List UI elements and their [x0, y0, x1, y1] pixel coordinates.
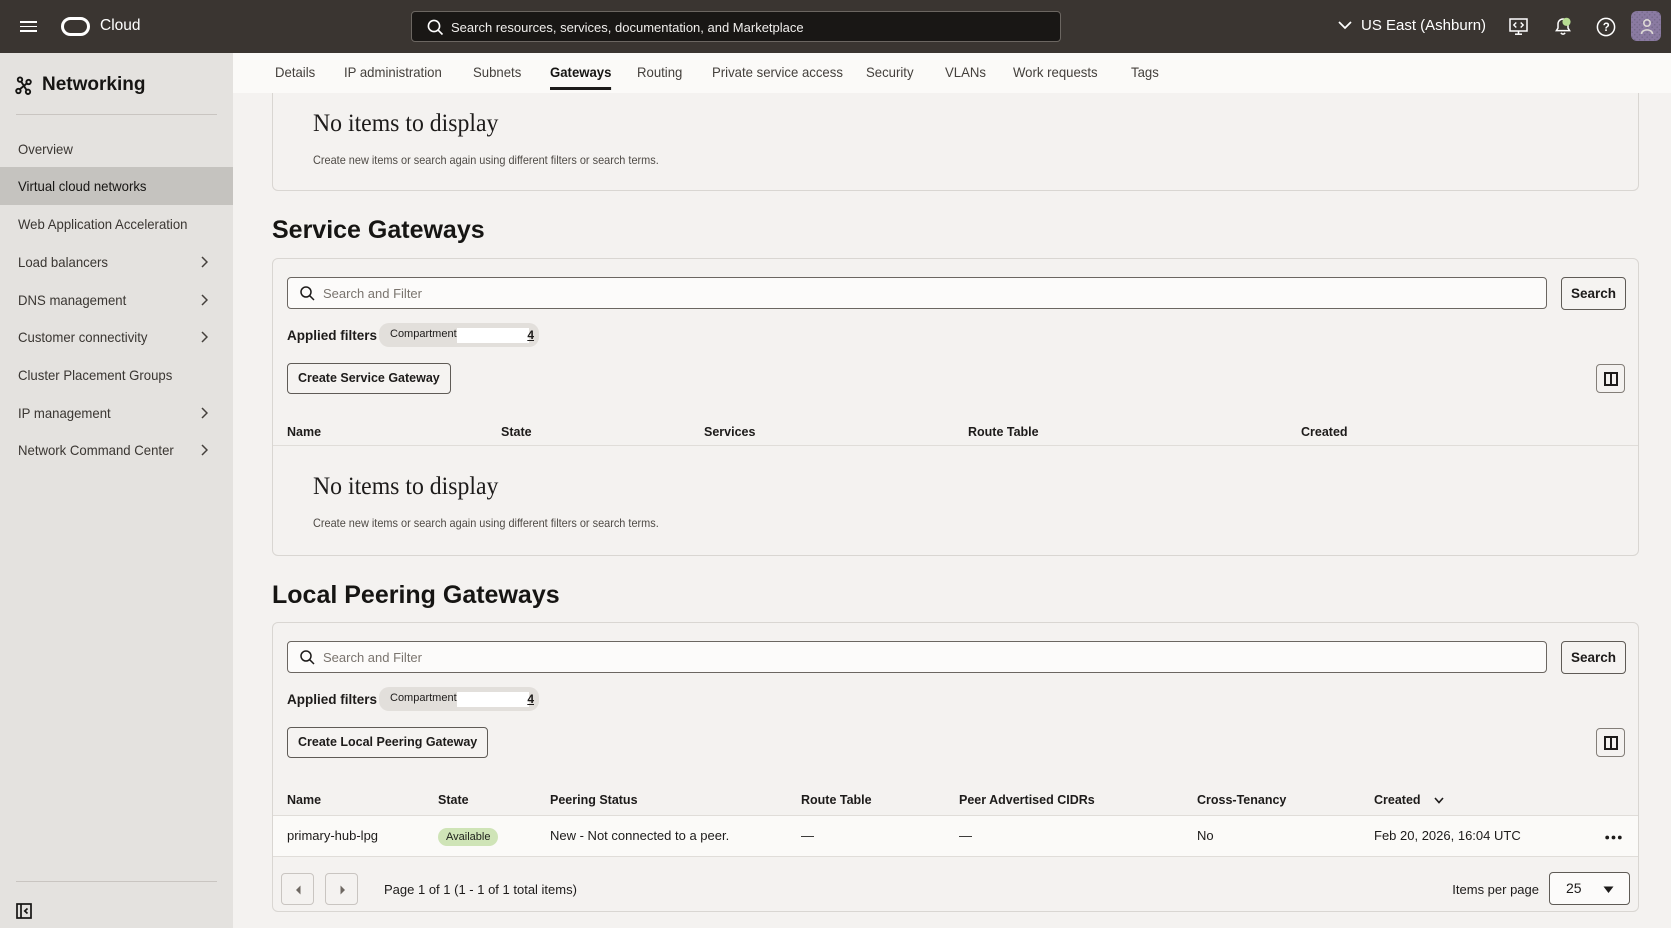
svg-text:?: ?	[1603, 22, 1610, 34]
